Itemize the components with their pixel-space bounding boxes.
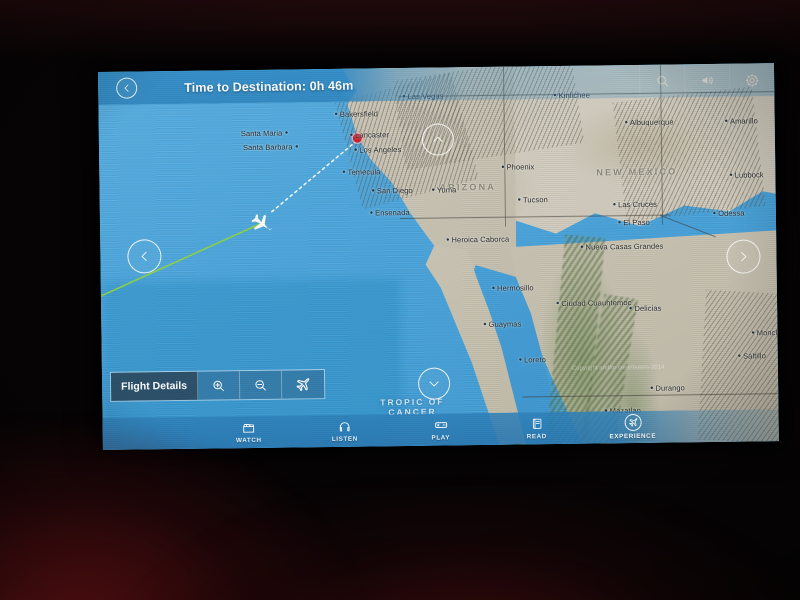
page-title: Time to Destination: 0h 46m (184, 78, 354, 95)
nav-item-read[interactable]: READ (506, 416, 568, 440)
city-label: Albuquerque (625, 116, 674, 127)
city-label: Ciudad Cuauhtemoc (556, 297, 631, 308)
city-label: Yuma (432, 184, 457, 194)
header-icon-group (638, 63, 775, 98)
volume-button[interactable] (683, 63, 730, 98)
airplane-view-button[interactable] (281, 370, 325, 399)
nav-label: WATCH (235, 436, 262, 444)
volume-icon (702, 76, 713, 85)
zoom-in-icon (213, 380, 224, 391)
headphones-icon (338, 419, 352, 433)
city-label: Heroica Caborca (446, 234, 509, 245)
game-controller-icon (433, 418, 448, 432)
city-label: San Diego (372, 185, 413, 196)
border-tx-ok (778, 85, 779, 216)
bezel-top-sheen (0, 0, 800, 70)
back-button[interactable] (98, 77, 154, 99)
chevron-left-icon (124, 84, 128, 92)
city-label: Phoenix (501, 161, 534, 171)
nav-item-play[interactable]: PLAY (410, 418, 472, 442)
nav-item-experience[interactable]: EXPERIENCE (602, 413, 664, 441)
zoom-in-button[interactable] (197, 371, 241, 400)
search-button[interactable] (638, 64, 685, 98)
flight-details-button[interactable]: Flight Details (110, 371, 199, 401)
nav-label: EXPERIENCE (609, 432, 657, 441)
city-label: Amarillo (725, 115, 758, 125)
map-toolbar: Flight Details (109, 369, 326, 402)
header-spacer (353, 81, 639, 85)
city-label: Santa Maria (241, 128, 289, 139)
clapperboard-icon (242, 420, 256, 434)
zoom-out-button[interactable] (239, 370, 283, 400)
nav-label: LISTEN (331, 435, 358, 443)
chevron-up-icon (433, 136, 443, 142)
city-label: Lancaster (350, 129, 389, 140)
settings-button[interactable] (728, 63, 775, 97)
city-label: Monclova (751, 327, 779, 337)
airplane-icon (624, 413, 642, 432)
search-icon (656, 75, 668, 87)
airplane-icon (296, 377, 310, 391)
city-label: Lubbock (729, 169, 764, 179)
city-label: Bakersfield (335, 108, 378, 119)
city-label: Saltillo (738, 350, 766, 360)
photograph-of-ife-screen: ARIZONA NEW MEXICO Santa MariaSanta Barb… (0, 0, 800, 600)
nav-label: PLAY (431, 433, 451, 442)
city-label: Tucson (518, 194, 548, 204)
seat-glow-bottom (120, 490, 800, 600)
city-label: Temecula (342, 166, 381, 176)
city-label: Las Cruces (613, 199, 657, 210)
settings-gear-icon (745, 73, 759, 87)
city-label: Los Angeles (354, 144, 401, 155)
city-label: El Paso (618, 217, 650, 227)
nav-item-watch[interactable]: WATCH (218, 420, 280, 444)
city-label: Odessa (713, 208, 745, 218)
city-label: Durango (650, 382, 685, 392)
city-label: Santa Barbara (243, 141, 299, 152)
book-icon (530, 417, 543, 431)
city-label: Loreto (519, 354, 546, 364)
city-label: Nueva Casas Grandes (580, 241, 664, 252)
ife-screen: ARIZONA NEW MEXICO Santa MariaSanta Barb… (98, 63, 779, 450)
city-label: Hermosillo (492, 282, 534, 293)
nav-item-listen[interactable]: LISTEN (314, 419, 376, 443)
state-label: NEW MEXICO (596, 166, 678, 178)
chevron-down-icon (429, 381, 439, 387)
border-rio-grande (659, 214, 716, 238)
chevron-left-icon (141, 251, 147, 261)
map-attribution: Copyright and/or contributors 2014 (571, 364, 665, 372)
chevron-right-icon (741, 252, 747, 262)
zoom-out-icon (255, 379, 266, 391)
city-label: Delicias (629, 303, 661, 313)
nav-label: READ (526, 432, 547, 440)
ife-display-bezel: ARIZONA NEW MEXICO Santa MariaSanta Barb… (98, 63, 779, 450)
city-label: Ensenada (370, 207, 410, 218)
city-label: Guaymas (483, 318, 522, 328)
